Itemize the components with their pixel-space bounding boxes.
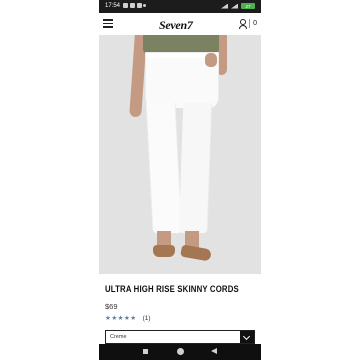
cart-count[interactable]: 0 bbox=[253, 20, 257, 27]
brand-logo[interactable]: Seven7 bbox=[159, 16, 203, 32]
battery-icon: 27 bbox=[241, 3, 255, 9]
status-bar: 17:54 27 bbox=[99, 0, 261, 13]
jeans-leg bbox=[145, 103, 183, 233]
model-hand bbox=[205, 53, 217, 67]
back-icon[interactable] bbox=[211, 348, 217, 354]
logo-text: Seven7 bbox=[159, 18, 193, 32]
more-notifications-icon bbox=[143, 4, 146, 7]
header-divider bbox=[249, 19, 251, 28]
status-right: 27 bbox=[221, 3, 255, 9]
status-time: 17:54 bbox=[105, 3, 121, 9]
header-actions: 0 bbox=[238, 19, 257, 29]
chevron-down-icon[interactable] bbox=[240, 331, 254, 343]
product-rating[interactable]: ★★★★★ (1) bbox=[105, 314, 151, 323]
review-count[interactable]: (1) bbox=[143, 315, 151, 322]
phone-screen: 17:54 27 Seven7 0 ULTRA HIGH RISE SKINNY… bbox=[99, 0, 261, 360]
notification-icon bbox=[130, 3, 135, 8]
notification-icon bbox=[123, 3, 128, 8]
sandal bbox=[153, 245, 175, 257]
sandal bbox=[180, 244, 212, 262]
recents-icon[interactable] bbox=[143, 349, 148, 354]
wifi-icon bbox=[231, 3, 238, 9]
color-select[interactable]: Creme bbox=[105, 330, 255, 344]
color-select-value: Creme bbox=[110, 334, 127, 340]
menu-icon[interactable] bbox=[103, 19, 113, 28]
account-icon[interactable] bbox=[238, 19, 247, 29]
notification-icon bbox=[137, 3, 142, 8]
signal-icon bbox=[221, 3, 228, 9]
home-icon[interactable] bbox=[177, 348, 184, 355]
product-image[interactable] bbox=[99, 35, 261, 274]
star-rating-icon: ★★★★★ bbox=[105, 315, 137, 322]
system-nav-bar bbox=[99, 344, 261, 360]
jeans-leg bbox=[178, 103, 213, 233]
notification-icons bbox=[123, 3, 142, 8]
product-price: $69 bbox=[105, 302, 118, 311]
product-title: ULTRA HIGH RISE SKINNY CORDS bbox=[105, 284, 239, 295]
app-header: Seven7 0 bbox=[99, 13, 261, 36]
